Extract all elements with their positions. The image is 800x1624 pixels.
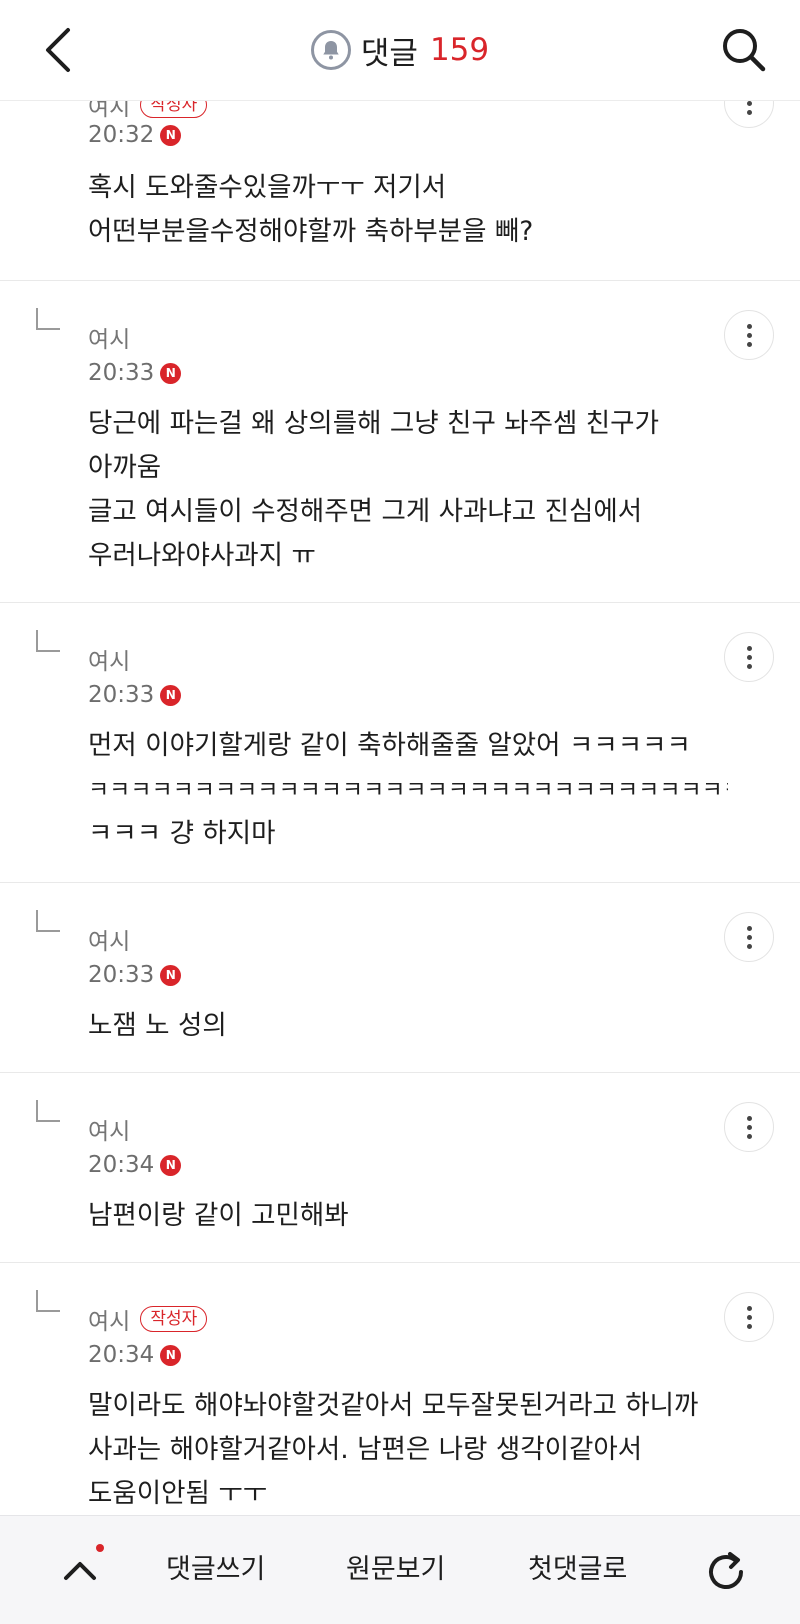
new-badge: N — [160, 964, 182, 986]
more-options-button[interactable] — [724, 1102, 774, 1152]
reply-indicator-icon — [36, 308, 60, 330]
comment-time: 20:33 — [88, 360, 155, 386]
bell-icon[interactable] — [310, 30, 351, 70]
author-name: 여시 — [88, 327, 131, 353]
comment-line: 우러나와야사과지 ㅠ — [88, 540, 316, 571]
comment-count: 159 — [429, 32, 490, 68]
author-row: 여시 작성자 — [88, 1302, 208, 1336]
comment-line: 남편이랑 같이 고민해봐 — [88, 1200, 349, 1231]
comment-line: 글고 여시들이 수정해주면 그게 사과냐고 진심에서 — [88, 496, 643, 527]
header-title-group: 댓글 159 — [0, 28, 800, 72]
page-title: 댓글 — [360, 35, 418, 72]
author-row: 여시 — [88, 1112, 130, 1146]
more-options-button[interactable] — [724, 310, 774, 360]
comment-time: 20:34 — [88, 1342, 155, 1368]
writer-badge: 작성자 — [140, 1306, 208, 1332]
time-row: 20:34 N — [88, 1152, 182, 1178]
top-header: 댓글 159 — [0, 0, 800, 101]
comment-time: 20:34 — [88, 1152, 155, 1178]
comment-body: 노잼 노 성의 — [88, 1004, 728, 1048]
new-badge: N — [160, 362, 182, 384]
comment-time: 20:33 — [88, 962, 155, 988]
more-options-button[interactable] — [724, 1292, 774, 1342]
comment-line: ㅋㅋㅋㅋㅋㅋㅋㅋㅋㅋㅋㅋㅋㅋㅋㅋㅋㅋㅋㅋㅋㅋㅋㅋㅋㅋㅋㅋㅋㅋㅋ — [88, 777, 728, 803]
comment-item: 여시 20:34 N 남편이랑 같이 고민해봐 — [0, 1072, 800, 1263]
comment-line: 당근에 파는걸 왜 상의를해 그냥 친구 놔주셈 친구가 — [88, 408, 659, 439]
author-row: 여시 — [88, 642, 130, 676]
author-row: 여시 — [88, 922, 130, 956]
comment-body: 당근에 파는걸 왜 상의를해 그냥 친구 놔주셈 친구가 아까움 글고 여시들이… — [88, 402, 728, 578]
comment-body: 남편이랑 같이 고민해봐 — [88, 1194, 728, 1238]
comment-time: 20:32 — [88, 122, 155, 148]
comment-body: 먼저 이야기할게랑 같이 축하해줄줄 알았어 ㅋㅋㅋㅋㅋ ㅋㅋㅋㅋㅋㅋㅋㅋㅋㅋㅋ… — [88, 724, 728, 856]
author-name: 여시 — [88, 649, 131, 675]
author-name: 여시 — [88, 1119, 131, 1145]
reply-indicator-icon — [36, 1290, 60, 1312]
more-options-button[interactable] — [724, 632, 774, 682]
view-original-button[interactable]: 원문보기 — [346, 1546, 445, 1594]
comment-item: 여시 20:33 N 먼저 이야기할게랑 같이 축하해줄줄 알았어 ㅋㅋㅋㅋㅋ … — [0, 602, 800, 883]
comment-line: 노잼 노 성의 — [88, 1010, 227, 1041]
time-row: 20:32 N — [88, 122, 182, 148]
comment-line: 먼저 이야기할게랑 같이 축하해줄줄 알았어 ㅋㅋㅋㅋㅋ — [88, 730, 691, 761]
time-row: 20:34 N — [88, 1342, 182, 1368]
reply-indicator-icon — [36, 630, 60, 652]
author-row: 여시 — [88, 320, 130, 354]
chevron-up-icon[interactable] — [56, 1546, 104, 1594]
new-badge: N — [160, 684, 182, 706]
comment-line: 혹시 도와줄수있을까ㅜㅜ 저기서 — [88, 172, 447, 203]
author-name: 여시 — [88, 929, 131, 955]
reply-indicator-icon — [36, 910, 60, 932]
comment-item: 여시 20:33 N 당근에 파는걸 왜 상의를해 그냥 친구 놔주셈 친구가 … — [0, 280, 800, 603]
comment-body: 말이라도 해야놔야할것같아서 모두잘못된거라고 하니까 사과는 해야할거같아서.… — [88, 1384, 728, 1516]
comment-time: 20:33 — [88, 682, 155, 708]
comment-line: 도움이안됨 ㅜㅜ — [88, 1478, 268, 1509]
bottom-toolbar: 댓글쓰기 원문보기 첫댓글로 — [0, 1515, 800, 1624]
comment-line: 사과는 해야할거같아서. 남편은 나랑 생각이같아서 — [88, 1434, 643, 1465]
write-comment-button[interactable]: 댓글쓰기 — [166, 1546, 265, 1594]
comment-line: 말이라도 해야놔야할것같아서 모두잘못된거라고 하니까 — [88, 1390, 699, 1421]
comment-line: 어떤부분을수정해야할까 축하부분을 빼? — [88, 216, 534, 247]
comment-line: ㅋㅋㅋ 걍 하지마 — [88, 818, 276, 849]
time-row: 20:33 N — [88, 962, 182, 988]
first-comment-button[interactable]: 첫댓글로 — [528, 1546, 627, 1594]
time-row: 20:33 N — [88, 360, 182, 386]
comment-item: 여시 20:33 N 노잼 노 성의 — [0, 882, 800, 1073]
refresh-icon[interactable] — [700, 1546, 752, 1598]
notification-dot — [96, 1544, 104, 1552]
new-badge: N — [160, 124, 182, 146]
comment-line: 아까움 — [88, 452, 162, 483]
new-badge: N — [160, 1344, 182, 1366]
search-icon[interactable] — [716, 22, 772, 78]
new-badge: N — [160, 1154, 182, 1176]
reply-indicator-icon — [36, 1100, 60, 1122]
more-options-button[interactable] — [724, 912, 774, 962]
time-row: 20:33 N — [88, 682, 182, 708]
comment-body: 혹시 도와줄수있을까ㅜㅜ 저기서 어떤부분을수정해야할까 축하부분을 빼? — [88, 166, 728, 254]
comment-item: 여시 작성자 20:34 N 말이라도 해야놔야할것같아서 모두잘못된거라고 하… — [0, 1262, 800, 1532]
author-name: 여시 — [88, 1309, 131, 1335]
